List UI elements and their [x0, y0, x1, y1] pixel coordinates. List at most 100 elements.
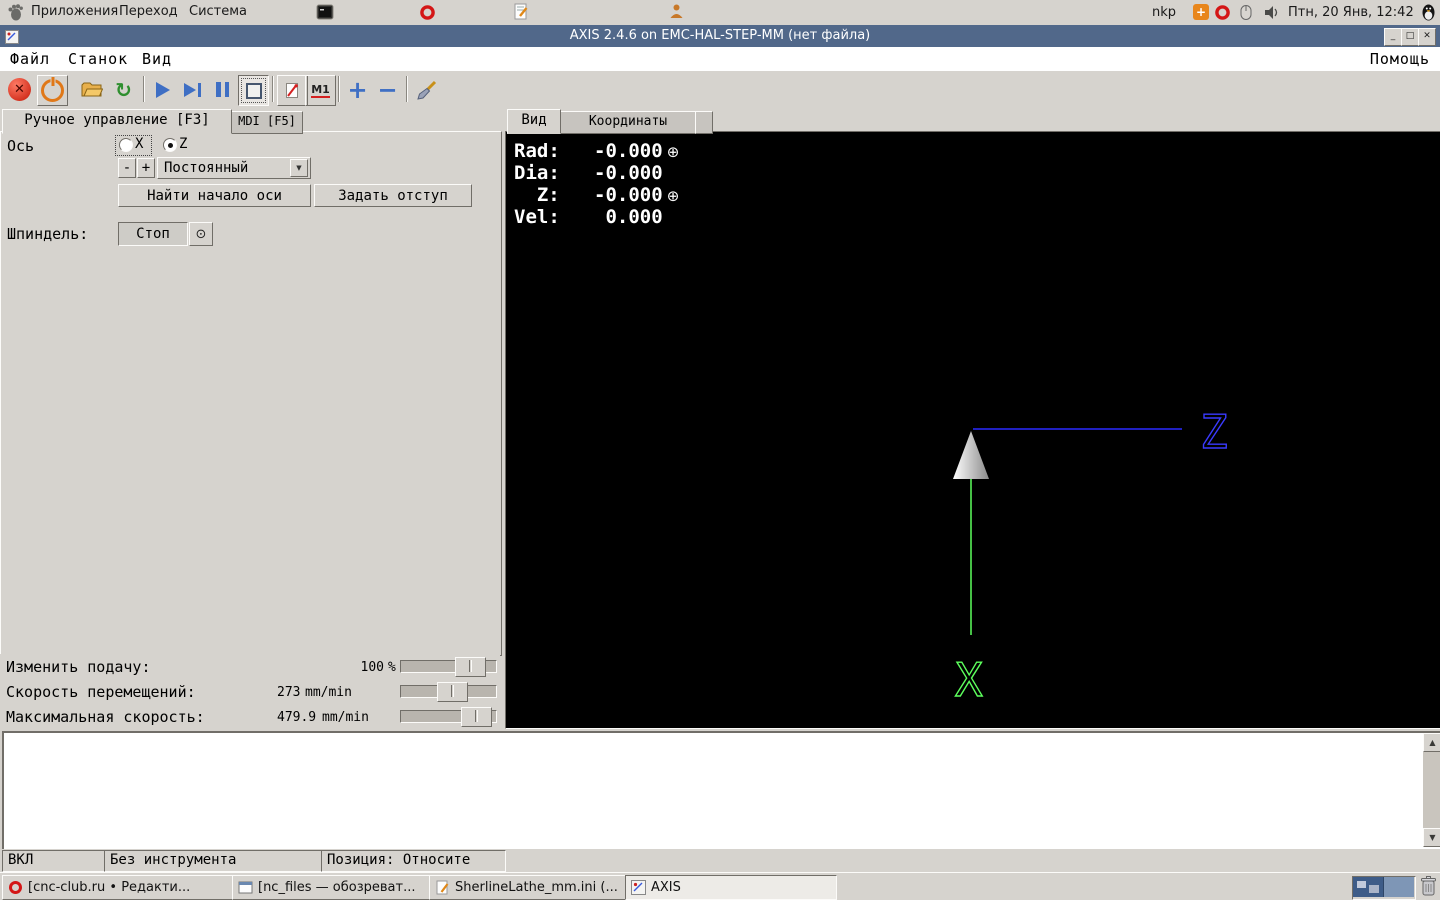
reload-icon: ↻	[115, 77, 132, 102]
tray-mouse-icon[interactable]	[1239, 4, 1253, 25]
stop-button[interactable]	[238, 75, 269, 106]
jog-plus-button[interactable]: +	[137, 158, 155, 178]
skip-lines-icon	[286, 83, 298, 98]
scroll-down-icon: ▼	[1429, 833, 1436, 842]
text-editor-launcher-icon[interactable]	[513, 3, 530, 24]
spindle-brake-button[interactable]: ⊙	[189, 222, 213, 246]
touch-off-button[interactable]: Задать отступ	[314, 184, 472, 207]
axis-x-radio-label[interactable]: X	[135, 136, 143, 152]
scroll-up-icon: ▲	[1429, 738, 1436, 747]
toolbar-separator	[272, 76, 274, 102]
tab-dro[interactable]: Координаты	[560, 111, 696, 134]
terminal-launcher-icon[interactable]	[316, 3, 334, 25]
taskbar-window-axis[interactable]: AXIS	[625, 875, 837, 900]
tray-volume-icon[interactable]	[1263, 4, 1280, 25]
feed-override-label: Изменить подачу:	[6, 658, 151, 676]
pause-icon	[216, 82, 229, 97]
gnome-foot-icon[interactable]	[6, 3, 24, 25]
clear-plot-icon	[416, 80, 436, 100]
tool-cone	[953, 431, 989, 479]
applications-menu[interactable]: Приложения	[31, 4, 118, 19]
clock[interactable]: Птн, 20 Янв, 12:42	[1288, 5, 1414, 20]
chevron-down-icon[interactable]: ▼	[290, 159, 308, 177]
minimize-button[interactable]: _	[1384, 28, 1402, 46]
zoom-in-icon: +	[347, 75, 368, 104]
scroll-up-button[interactable]: ▲	[1423, 733, 1440, 752]
workspace-2[interactable]	[1383, 877, 1414, 897]
optional-stop-toggle[interactable]: M1	[305, 75, 336, 106]
jog-speed-label: Скорость перемещений:	[6, 683, 196, 701]
tux-icon[interactable]	[1421, 3, 1436, 25]
axis-x-radio[interactable]	[119, 138, 133, 152]
history-scrollbar[interactable]: ▲ ▼	[1423, 733, 1440, 847]
taskbar-window-opera[interactable]: [cnc-club.ru • Редакти...	[2, 875, 242, 900]
opera-launcher-icon[interactable]	[419, 4, 436, 25]
dro-z-row: Z: -0.000 ⊕	[536, 184, 680, 206]
reload-button[interactable]: ↻	[109, 75, 138, 104]
user-launcher-icon[interactable]	[668, 3, 685, 24]
jog-speed-handle[interactable]	[437, 682, 468, 702]
desktop: Приложения Переход Система nkp + Птн, 20…	[0, 0, 1440, 900]
max-velocity-handle[interactable]	[461, 707, 492, 727]
menu-machine[interactable]: Станок	[68, 50, 128, 68]
skip-lines-toggle[interactable]	[277, 75, 308, 106]
optional-stop-icon: M1	[311, 83, 330, 98]
axis-z-radio-label[interactable]: Z	[179, 136, 187, 152]
clear-plot-button[interactable]	[412, 75, 441, 104]
trash-icon[interactable]	[1419, 875, 1438, 900]
feed-override-handle[interactable]	[455, 657, 486, 677]
open-file-button[interactable]	[77, 75, 106, 104]
overrides-panel: Изменить подачу: 100 % Скорость перемеще…	[0, 654, 500, 727]
tray-opera-icon[interactable]	[1214, 4, 1231, 25]
dro-vel-row: Vel: 0.000	[514, 206, 663, 228]
estop-button[interactable]: ✕	[5, 75, 34, 104]
menu-help[interactable]: Помощь	[1370, 50, 1430, 68]
step-button[interactable]	[178, 75, 207, 104]
tab-preview[interactable]: Вид	[507, 109, 561, 134]
home-axis-button[interactable]: Найти начало оси	[118, 184, 311, 207]
max-velocity-unit: mm/min	[322, 710, 369, 725]
maximize-button[interactable]: □	[1401, 28, 1419, 46]
menubar: Файл Станок Вид Помощь	[0, 47, 1440, 72]
workspace-1[interactable]	[1353, 877, 1383, 897]
max-velocity-slider[interactable]	[400, 706, 497, 727]
history-textarea[interactable]: ▲ ▼	[2, 731, 1440, 853]
window-title: AXIS 2.4.6 on EMC-HAL-STEP-MM (нет файла…	[569, 28, 871, 43]
statusbar: ВКЛ Без инструмента Позиция: Относите	[0, 849, 1440, 872]
tab-manual-control[interactable]: Ручное управление [F3]	[2, 109, 232, 134]
system-menu[interactable]: Система	[189, 4, 247, 19]
zoom-out-button[interactable]: −	[373, 75, 402, 104]
jog-speed-value: 273	[277, 685, 301, 700]
taskbar-window-gedit[interactable]: SherlineLathe_mm.ini (...	[429, 875, 635, 900]
jog-increment-dropdown[interactable]: Постоянный ▼	[157, 157, 311, 179]
open-folder-icon	[81, 82, 103, 97]
feed-override-slider[interactable]	[400, 656, 497, 677]
close-button[interactable]: ✕	[1418, 28, 1436, 46]
machine-power-button[interactable]	[37, 75, 68, 106]
text-editor-icon	[436, 880, 449, 895]
workspace-switcher[interactable]	[1352, 876, 1416, 900]
homed-icon: ⊕	[666, 187, 680, 205]
places-menu[interactable]: Переход	[119, 4, 178, 19]
pause-button[interactable]	[208, 75, 237, 104]
taskbar-window-filemanager[interactable]: [nc_files — обозреват...	[232, 875, 439, 900]
run-button[interactable]	[148, 75, 177, 104]
tray-update-icon[interactable]: +	[1193, 4, 1209, 20]
tab-mdi[interactable]: MDI [F5]	[231, 111, 303, 134]
menu-view[interactable]: Вид	[142, 50, 172, 68]
jog-minus-button[interactable]: -	[118, 158, 136, 178]
jog-speed-slider[interactable]	[400, 681, 497, 702]
stop-icon	[245, 82, 262, 99]
max-velocity-value: 479.9	[277, 710, 317, 725]
menu-file[interactable]: Файл	[10, 50, 50, 68]
window-titlebar[interactable]: AXIS 2.4.6 on EMC-HAL-STEP-MM (нет файла…	[0, 25, 1440, 47]
zoom-in-button[interactable]: +	[343, 75, 372, 104]
axis-z-radio[interactable]	[163, 138, 177, 152]
preview-canvas[interactable]: X Z Rad: -0.000 ⊕ Dia: -0.000 Z: -0.000 ⊕ Vel…	[505, 131, 1440, 729]
spindle-stop-button[interactable]: Стоп	[118, 222, 188, 246]
username[interactable]: nkp	[1152, 5, 1176, 20]
scroll-down-button[interactable]: ▼	[1423, 828, 1440, 847]
estop-icon: ✕	[8, 78, 31, 101]
feed-override-unit: %	[388, 660, 396, 675]
dro-rad-row: Rad: -0.000 ⊕	[514, 140, 680, 162]
